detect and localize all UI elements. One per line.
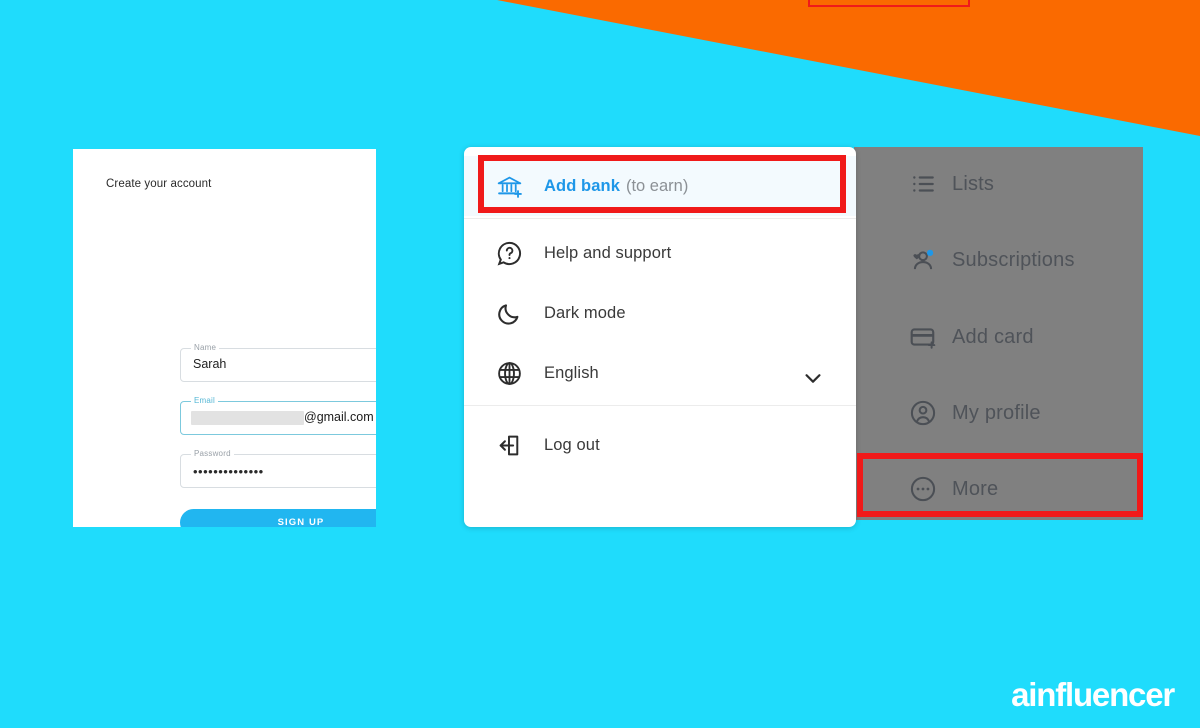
list-icon: [900, 171, 946, 197]
sidebar-item-lists[interactable]: Lists: [854, 160, 1143, 208]
menu-divider: [464, 405, 856, 406]
sidebar-item-subscriptions-label: Subscriptions: [952, 248, 1075, 271]
globe-icon: [486, 360, 532, 387]
annotation-box-more: [857, 453, 1143, 517]
subscriptions-icon: [900, 246, 946, 274]
sidebar-item-add-card[interactable]: Add card: [854, 313, 1143, 361]
menu-item-dark-mode-label: Dark mode: [544, 303, 626, 322]
signup-card: Create your account Name Sarah Email @gm…: [73, 149, 376, 527]
sidebar-item-subscriptions[interactable]: Subscriptions: [854, 236, 1143, 284]
email-redaction-bar: [191, 411, 304, 425]
sidebar-item-add-card-label: Add card: [952, 325, 1034, 348]
email-field-label: Email: [191, 396, 219, 405]
email-field-value: @gmail.com: [304, 410, 374, 424]
signup-button[interactable]: SIGN UP: [180, 509, 376, 527]
password-field-value: ••••••••••••••: [193, 464, 264, 479]
annotation-box-add-bank: [478, 155, 846, 213]
sidebar-item-my-profile-label: My profile: [952, 401, 1041, 424]
menu-item-help-and-support-label: Help and support: [544, 243, 672, 262]
menu-item-help-and-support[interactable]: Help and support: [464, 223, 856, 283]
name-field[interactable]: Name Sarah: [180, 343, 376, 382]
menu-item-language-label: English: [544, 363, 599, 382]
sidebar-item-lists-label: Lists: [952, 172, 995, 195]
name-field-label: Name: [191, 343, 220, 352]
help-circle-icon: [486, 240, 532, 267]
chevron-down-icon[interactable]: [802, 367, 824, 394]
menu-divider: [464, 218, 856, 219]
password-field-label: Password: [191, 449, 234, 458]
profile-icon: [900, 399, 946, 427]
menu-item-log-out[interactable]: Log out: [464, 415, 856, 475]
menu-item-dark-mode[interactable]: Dark mode: [464, 283, 856, 343]
card-add-icon: [900, 323, 946, 351]
annotation-box-top: [808, 0, 970, 7]
page-title: Create your account: [106, 178, 212, 190]
sidebar-item-my-profile[interactable]: My profile: [854, 389, 1143, 437]
name-field-value: Sarah: [193, 357, 227, 371]
password-field[interactable]: Password ••••••••••••••: [180, 449, 376, 488]
moon-icon: [486, 300, 532, 327]
ainfluencer-logo: ainfluencer: [1011, 676, 1175, 713]
email-field[interactable]: Email @gmail.com: [180, 396, 376, 435]
logout-icon: [486, 432, 532, 459]
menu-item-language[interactable]: English: [464, 343, 856, 403]
menu-item-log-out-label: Log out: [544, 435, 600, 454]
orange-diagonal-band: [497, 0, 1200, 136]
